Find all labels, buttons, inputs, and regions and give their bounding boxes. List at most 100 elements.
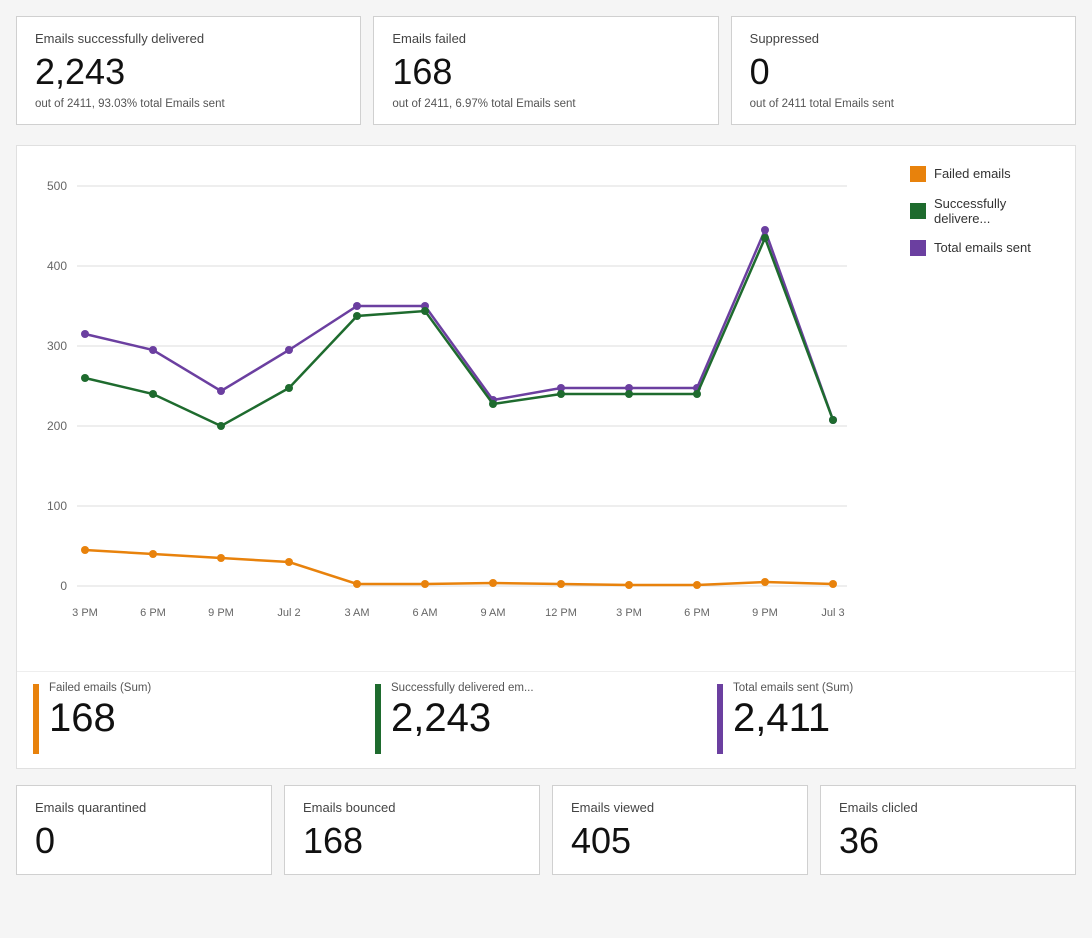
kpi-card-bounced: Emails bounced 168 [284, 785, 540, 876]
summary-value-delivered: 2,243 [391, 698, 534, 738]
legend-label-total: Total emails sent [934, 240, 1031, 255]
legend-color-delivered [910, 203, 926, 219]
svg-text:400: 400 [47, 259, 67, 273]
summary-row: Failed emails (Sum) 168 Successfully del… [17, 671, 1075, 768]
svg-text:6 PM: 6 PM [140, 607, 166, 619]
kpi-card-viewed: Emails viewed 405 [552, 785, 808, 876]
kpi-value-delivered: 2,243 [35, 52, 342, 92]
failed-dot [149, 550, 157, 558]
chart-section: 500 400 300 200 100 0 [16, 145, 1076, 769]
kpi-title-quarantined: Emails quarantined [35, 800, 253, 815]
chart-area: 500 400 300 200 100 0 [17, 146, 900, 671]
summary-label-delivered: Successfully delivered em... [391, 682, 534, 694]
summary-content-total: Total emails sent (Sum) 2,411 [733, 682, 853, 738]
summary-content-delivered: Successfully delivered em... 2,243 [391, 682, 534, 738]
svg-text:3 PM: 3 PM [616, 607, 642, 619]
kpi-card-clicked: Emails clicled 36 [820, 785, 1076, 876]
kpi-sub-delivered: out of 2411, 93.03% total Emails sent [35, 98, 342, 110]
failed-dot [557, 580, 565, 588]
summary-delivered: Successfully delivered em... 2,243 [375, 682, 717, 754]
delivered-dot [149, 390, 157, 398]
svg-text:12 PM: 12 PM [545, 607, 577, 619]
kpi-value-quarantined: 0 [35, 821, 253, 861]
summary-value-total: 2,411 [733, 698, 853, 738]
delivered-dot [81, 374, 89, 382]
summary-label-failed: Failed emails (Sum) [49, 682, 151, 694]
legend-color-total [910, 240, 926, 256]
failed-dot [217, 554, 225, 562]
svg-text:6 PM: 6 PM [684, 607, 710, 619]
svg-text:0: 0 [60, 579, 67, 593]
legend-color-failed [910, 166, 926, 182]
kpi-title-delivered: Emails successfully delivered [35, 31, 342, 46]
delivered-dot [693, 390, 701, 398]
kpi-title-suppressed: Suppressed [750, 31, 1057, 46]
legend-failed: Failed emails [910, 166, 1065, 182]
legend-total: Total emails sent [910, 240, 1065, 256]
delivered-dot [489, 400, 497, 408]
kpi-title-viewed: Emails viewed [571, 800, 789, 815]
total-dot [761, 226, 769, 234]
failed-dot [829, 580, 837, 588]
svg-text:6 AM: 6 AM [412, 607, 437, 619]
delivered-dot [217, 422, 225, 430]
svg-text:200: 200 [47, 419, 67, 433]
failed-line [85, 550, 833, 585]
kpi-value-failed: 168 [392, 52, 699, 92]
summary-bar-total [717, 684, 723, 754]
kpi-value-clicked: 36 [839, 821, 1057, 861]
kpi-title-failed: Emails failed [392, 31, 699, 46]
summary-label-total: Total emails sent (Sum) [733, 682, 853, 694]
kpi-title-bounced: Emails bounced [303, 800, 521, 815]
svg-text:3 AM: 3 AM [344, 607, 369, 619]
svg-text:Jul 3: Jul 3 [821, 607, 844, 619]
delivered-dot [353, 312, 361, 320]
total-dot [217, 387, 225, 395]
total-emails-line [85, 230, 833, 420]
kpi-value-suppressed: 0 [750, 52, 1057, 92]
kpi-card-suppressed: Suppressed 0 out of 2411 total Emails se… [731, 16, 1076, 125]
chart-legend: Failed emails Successfully delivere... T… [900, 146, 1075, 671]
dashboard: Emails successfully delivered 2,243 out … [0, 0, 1092, 891]
summary-content-failed: Failed emails (Sum) 168 [49, 682, 151, 738]
delivered-dot [557, 390, 565, 398]
kpi-sub-failed: out of 2411, 6.97% total Emails sent [392, 98, 699, 110]
svg-text:500: 500 [47, 179, 67, 193]
legend-label-failed: Failed emails [934, 166, 1011, 181]
delivered-dot [829, 416, 837, 424]
kpi-row-bottom: Emails quarantined 0 Emails bounced 168 … [16, 785, 1076, 876]
chart-svg: 500 400 300 200 100 0 [17, 146, 857, 666]
svg-text:3 PM: 3 PM [72, 607, 98, 619]
summary-bar-delivered [375, 684, 381, 754]
kpi-value-viewed: 405 [571, 821, 789, 861]
svg-text:9 AM: 9 AM [480, 607, 505, 619]
kpi-sub-suppressed: out of 2411 total Emails sent [750, 98, 1057, 110]
failed-dot [421, 580, 429, 588]
svg-text:9 PM: 9 PM [208, 607, 234, 619]
failed-dot [285, 558, 293, 566]
total-dot [353, 302, 361, 310]
delivered-dot [625, 390, 633, 398]
svg-text:300: 300 [47, 339, 67, 353]
summary-failed: Failed emails (Sum) 168 [33, 682, 375, 754]
failed-dot [353, 580, 361, 588]
total-dot [81, 330, 89, 338]
failed-dot [81, 546, 89, 554]
chart-inner: 500 400 300 200 100 0 [17, 146, 1075, 671]
kpi-title-clicked: Emails clicled [839, 800, 1057, 815]
summary-value-failed: 168 [49, 698, 151, 738]
legend-label-delivered: Successfully delivere... [934, 196, 1065, 226]
kpi-card-failed: Emails failed 168 out of 2411, 6.97% tot… [373, 16, 718, 125]
failed-dot [625, 581, 633, 589]
kpi-value-bounced: 168 [303, 821, 521, 861]
legend-delivered: Successfully delivere... [910, 196, 1065, 226]
summary-total: Total emails sent (Sum) 2,411 [717, 682, 1059, 754]
svg-text:100: 100 [47, 499, 67, 513]
failed-dot [693, 581, 701, 589]
kpi-row-top: Emails successfully delivered 2,243 out … [16, 16, 1076, 125]
svg-text:Jul 2: Jul 2 [277, 607, 300, 619]
failed-dot [489, 579, 497, 587]
svg-text:9 PM: 9 PM [752, 607, 778, 619]
delivered-dot [421, 307, 429, 315]
total-dot [285, 346, 293, 354]
